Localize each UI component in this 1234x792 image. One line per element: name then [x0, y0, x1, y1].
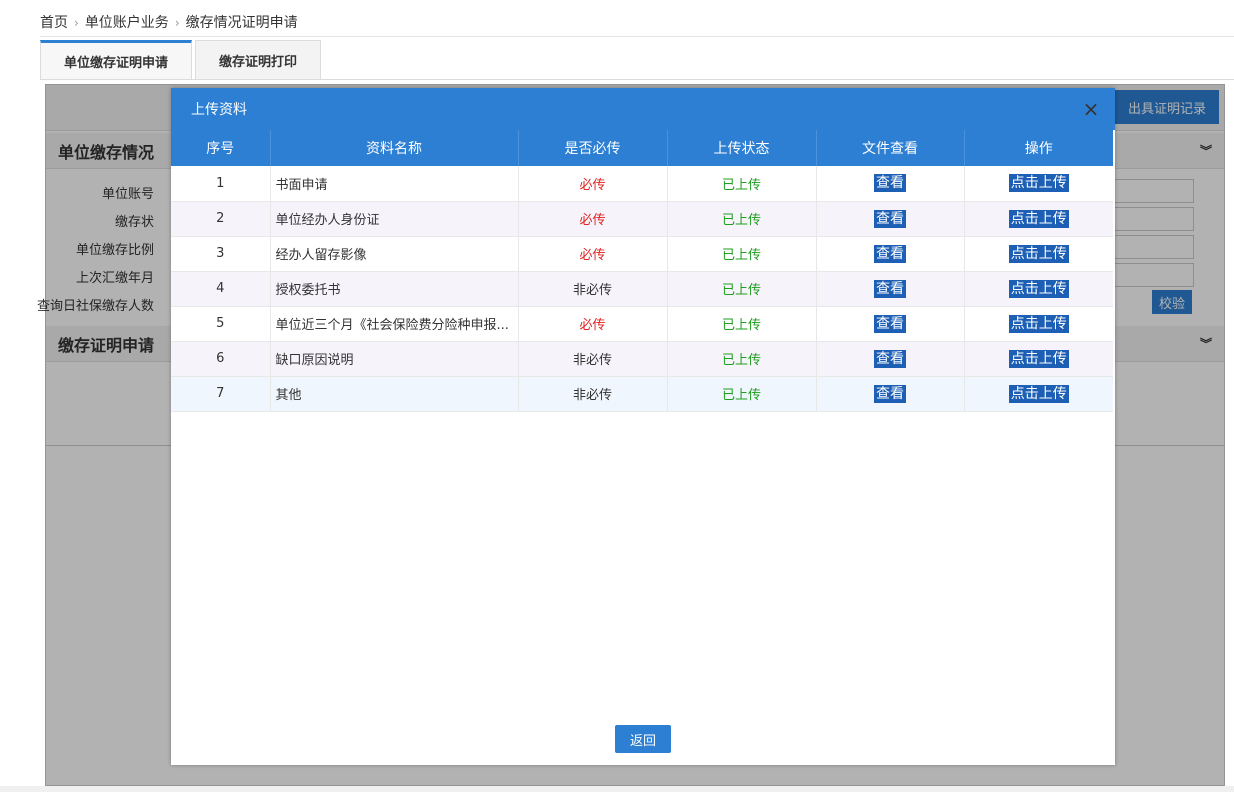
upload-button[interactable]: 点击上传 — [1008, 349, 1069, 368]
back-button[interactable]: 返回 — [615, 725, 671, 753]
cell-no: 6 — [171, 341, 271, 376]
view-file-button[interactable]: 查看 — [874, 384, 906, 403]
upload-button[interactable]: 点击上传 — [1008, 279, 1069, 298]
cell-view: 查看 — [816, 166, 965, 201]
divider — [40, 36, 1234, 37]
documents-table: 序号 资料名称 是否必传 上传状态 文件查看 操作 1 书面申请 必传 已上传 … — [171, 130, 1113, 412]
breadcrumb-home[interactable]: 首页 — [40, 15, 68, 31]
cell-view: 查看 — [816, 341, 965, 376]
cell-required: 非必传 — [518, 376, 668, 411]
cell-status: 已上传 — [667, 376, 817, 411]
cell-name: 书面申请 — [270, 166, 519, 201]
cell-action: 点击上传 — [964, 376, 1113, 411]
upload-button[interactable]: 点击上传 — [1008, 174, 1069, 193]
cell-name: 授权委托书 — [270, 271, 519, 306]
table-row: 6 缺口原因说明 非必传 已上传 查看 点击上传 — [171, 341, 1113, 376]
column-header-required: 是否必传 — [518, 130, 668, 166]
view-file-button[interactable]: 查看 — [874, 174, 906, 193]
cell-required: 必传 — [518, 306, 668, 341]
cell-name: 缺口原因说明 — [270, 341, 519, 376]
cell-status: 已上传 — [667, 271, 817, 306]
view-file-button[interactable]: 查看 — [874, 349, 906, 368]
modal-title: 上传资料 — [191, 102, 247, 118]
table-row: 1 书面申请 必传 已上传 查看 点击上传 — [171, 166, 1113, 201]
tab-certificate-print[interactable]: 缴存证明打印 — [195, 40, 321, 79]
cell-name: 单位近三个月《社会保险费分险种申报... — [270, 306, 519, 341]
table-row: 5 单位近三个月《社会保险费分险种申报... 必传 已上传 查看 点击上传 — [171, 306, 1113, 341]
breadcrumb-separator-icon: › — [174, 16, 180, 30]
breadcrumb-separator-icon: › — [74, 16, 79, 30]
upload-button[interactable]: 点击上传 — [1008, 314, 1069, 333]
table-row: 4 授权委托书 非必传 已上传 查看 点击上传 — [171, 271, 1113, 306]
view-file-button[interactable]: 查看 — [874, 279, 906, 298]
cell-view: 查看 — [816, 201, 965, 236]
column-header-view: 文件查看 — [816, 130, 965, 166]
cell-action: 点击上传 — [964, 166, 1113, 201]
cell-no: 3 — [171, 236, 271, 271]
cell-view: 查看 — [816, 271, 965, 306]
cell-status: 已上传 — [667, 236, 817, 271]
upload-button[interactable]: 点击上传 — [1008, 384, 1069, 403]
column-header-action: 操作 — [1024, 141, 1053, 157]
column-header-no: 序号 — [171, 130, 271, 166]
cell-no: 4 — [171, 271, 271, 306]
cell-no: 7 — [171, 376, 271, 411]
table-row: 3 经办人留存影像 必传 已上传 查看 点击上传 — [171, 236, 1113, 271]
column-header-name: 资料名称 — [270, 130, 519, 166]
cell-action: 点击上传 — [964, 341, 1113, 376]
cell-status: 已上传 — [667, 341, 817, 376]
upload-button[interactable]: 点击上传 — [1008, 209, 1069, 228]
divider — [40, 79, 1234, 80]
breadcrumb: 首页 › 单位账户业务 › 缴存情况证明申请 — [40, 12, 298, 32]
breadcrumb-unit-account[interactable]: 单位账户业务 — [85, 15, 169, 31]
cell-action: 点击上传 — [964, 306, 1113, 341]
cell-status: 已上传 — [667, 166, 817, 201]
cell-action: 点击上传 — [964, 271, 1113, 306]
cell-action: 点击上传 — [964, 236, 1113, 271]
cell-name: 其他 — [270, 376, 519, 411]
footer-bar — [0, 786, 1234, 792]
cell-no: 1 — [171, 166, 271, 201]
tab-unit-certificate-apply[interactable]: 单位缴存证明申请 — [40, 40, 192, 79]
cell-required: 非必传 — [518, 341, 668, 376]
cell-required: 必传 — [518, 166, 668, 201]
cell-required: 必传 — [518, 236, 668, 271]
view-file-button[interactable]: 查看 — [874, 314, 906, 333]
view-file-button[interactable]: 查看 — [874, 244, 906, 263]
cell-name: 经办人留存影像 — [270, 236, 519, 271]
upload-documents-modal: 上传资料 × 序号 资料名称 是否必传 上传状态 文件查看 操作 1 书面申请 … — [171, 88, 1115, 765]
table-header-row: 序号 资料名称 是否必传 上传状态 文件查看 操作 — [171, 130, 1113, 166]
cell-status: 已上传 — [667, 201, 817, 236]
table-row: 2 单位经办人身份证 必传 已上传 查看 点击上传 — [171, 201, 1113, 236]
cell-no: 5 — [171, 306, 271, 341]
column-header-status: 上传状态 — [667, 130, 817, 166]
breadcrumb-current: 缴存情况证明申请 — [185, 15, 298, 31]
cell-required: 非必传 — [518, 271, 668, 306]
tab-bar: 单位缴存证明申请 缴存证明打印 — [40, 40, 324, 80]
table-row: 7 其他 非必传 已上传 查看 点击上传 — [171, 376, 1113, 411]
cell-view: 查看 — [816, 236, 965, 271]
upload-button[interactable]: 点击上传 — [1008, 244, 1069, 263]
view-file-button[interactable]: 查看 — [874, 209, 906, 228]
cell-view: 查看 — [816, 306, 965, 341]
cell-action: 点击上传 — [964, 201, 1113, 236]
cell-required: 必传 — [518, 201, 668, 236]
cell-name: 单位经办人身份证 — [270, 201, 519, 236]
cell-status: 已上传 — [667, 306, 817, 341]
cell-view: 查看 — [816, 376, 965, 411]
cell-no: 2 — [171, 201, 271, 236]
modal-header: 上传资料 × — [171, 88, 1115, 130]
close-icon[interactable]: × — [1081, 99, 1101, 119]
